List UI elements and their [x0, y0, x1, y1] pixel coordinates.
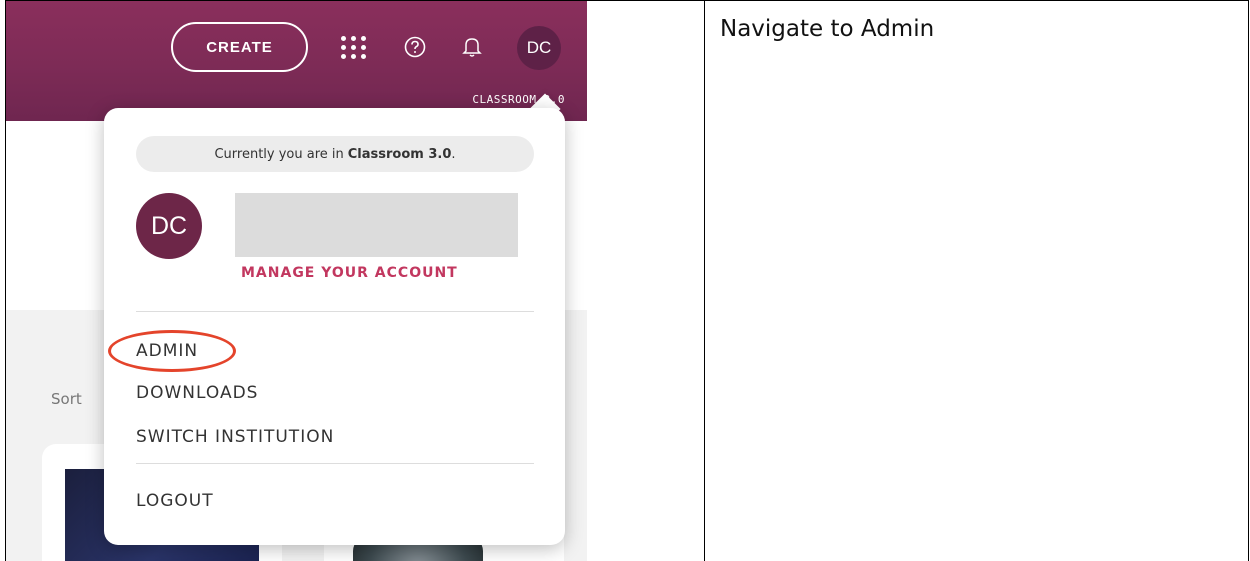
account-dropdown: Currently you are in Classroom 3.0 . DC … [104, 108, 565, 545]
menu-item-downloads[interactable]: DOWNLOADS [136, 383, 258, 403]
menu-item-switch-institution[interactable]: SWITCH INSTITUTION [136, 427, 334, 447]
menu-item-logout[interactable]: LOGOUT [136, 491, 214, 511]
create-button[interactable]: CREATE [171, 22, 308, 72]
app-header: CREATE DC CLASSROOM 3.0 [6, 1, 587, 121]
screenshot-cell: CREATE DC CLASSROOM 3.0 Sort Currently y… [6, 1, 587, 561]
help-circle-icon[interactable] [404, 36, 426, 58]
current-institution-name: Classroom 3.0 [347, 146, 452, 162]
user-avatar[interactable]: DC [517, 26, 561, 70]
manage-account-link[interactable]: MANAGE YOUR ACCOUNT [241, 265, 458, 281]
apps-grid-icon[interactable] [339, 35, 369, 61]
table-column-divider [704, 0, 705, 561]
sort-label: Sort [51, 390, 82, 408]
current-institution-pill: Currently you are in Classroom 3.0 . [136, 136, 534, 172]
menu-item-admin[interactable]: ADMIN [136, 341, 198, 361]
menu-divider [136, 311, 534, 312]
current-institution-prefix: Currently you are in [214, 146, 344, 162]
menu-divider [136, 463, 534, 464]
redacted-user-info [235, 193, 518, 257]
instruction-text: Navigate to Admin [720, 16, 935, 42]
current-institution-suffix: . [451, 146, 456, 162]
bell-icon[interactable] [461, 35, 483, 59]
account-avatar: DC [136, 193, 202, 259]
